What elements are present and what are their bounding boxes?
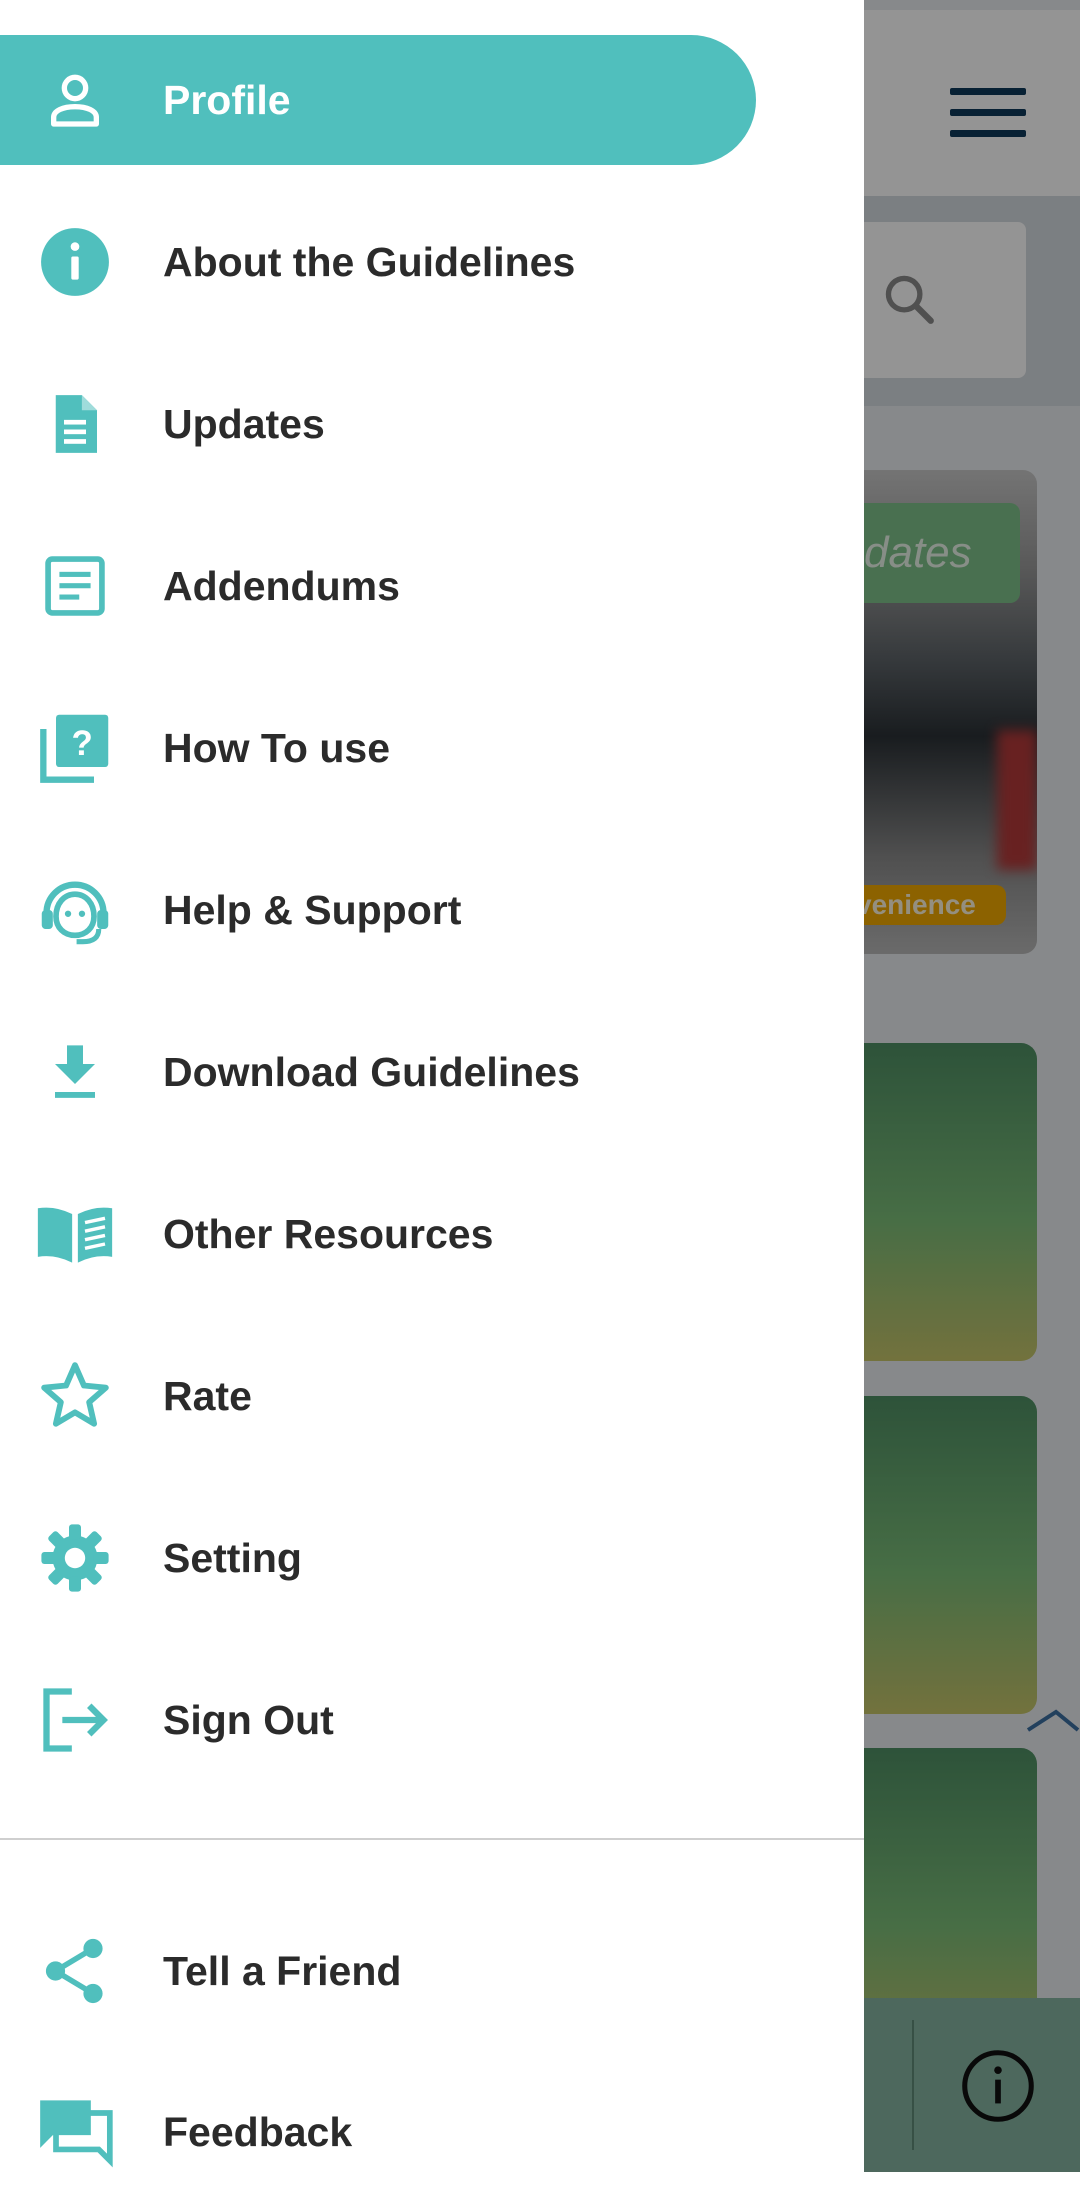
share-icon [35, 1938, 115, 2004]
drawer-item-label: Other Resources [163, 1211, 494, 1257]
gear-icon [35, 1524, 115, 1592]
drawer-divider [0, 1838, 864, 1840]
drawer-item-label: Sign Out [163, 1697, 334, 1743]
navigation-drawer: Profile About the Guidelines Updates Add… [0, 0, 864, 2172]
drawer-item-label: About the Guidelines [163, 239, 576, 285]
support-agent-icon [35, 878, 115, 945]
download-icon [35, 1040, 115, 1104]
article-icon [35, 554, 115, 618]
drawer-item-label: Feedback [163, 2109, 353, 2155]
drawer-item-tell-friend[interactable]: Tell a Friend [0, 1906, 756, 2036]
open-book-icon [35, 1202, 115, 1266]
drawer-item-profile[interactable]: Profile [0, 35, 756, 165]
drawer-item-label: Updates [163, 401, 325, 447]
svg-text:?: ? [71, 724, 92, 763]
drawer-item-label: Addendums [163, 563, 400, 609]
drawer-item-help-support[interactable]: Help & Support [0, 845, 756, 975]
drawer-item-label: Download Guidelines [163, 1049, 580, 1095]
drawer-item-label: Tell a Friend [163, 1948, 402, 1994]
document-icon [35, 392, 115, 456]
logout-icon [35, 1688, 115, 1752]
star-icon [35, 1362, 115, 1428]
drawer-item-how-to-use[interactable]: ? How To use [0, 683, 756, 813]
feedback-icon [35, 2100, 115, 2168]
drawer-item-label: Rate [163, 1373, 252, 1419]
drawer-item-label: Setting [163, 1535, 302, 1581]
person-icon [35, 68, 115, 132]
drawer-item-other-resources[interactable]: Other Resources [0, 1169, 756, 1299]
drawer-item-setting[interactable]: Setting [0, 1493, 756, 1623]
info-icon [35, 228, 115, 296]
drawer-item-updates[interactable]: Updates [0, 359, 756, 489]
drawer-item-feedback[interactable]: Feedback [0, 2067, 756, 2197]
drawer-item-label: Help & Support [163, 887, 462, 933]
drawer-item-rate[interactable]: Rate [0, 1331, 756, 1461]
drawer-item-addendums[interactable]: Addendums [0, 521, 756, 651]
drawer-item-sign-out[interactable]: Sign Out [0, 1655, 756, 1785]
drawer-item-download[interactable]: Download Guidelines [0, 1007, 756, 1137]
drawer-item-label: How To use [163, 725, 391, 771]
help-library-icon: ? [35, 714, 115, 783]
drawer-item-about[interactable]: About the Guidelines [0, 197, 756, 327]
drawer-item-label: Profile [163, 77, 291, 123]
